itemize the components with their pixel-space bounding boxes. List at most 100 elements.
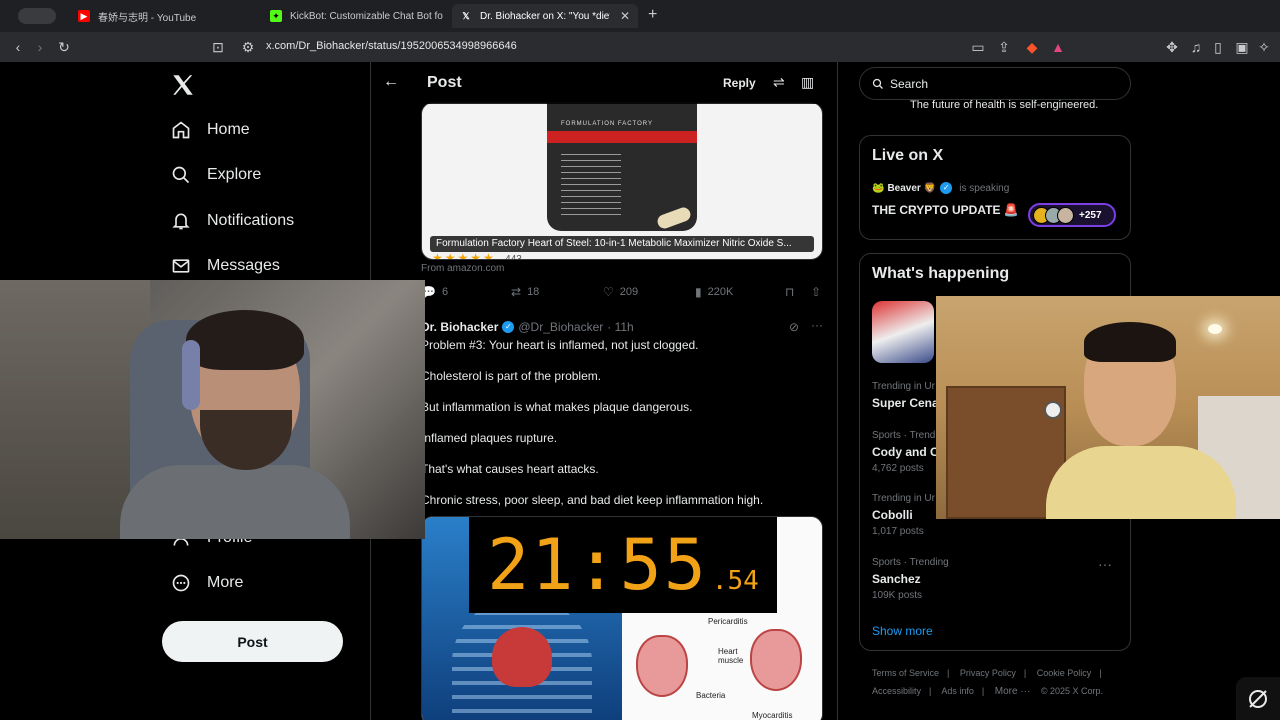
reload-icon[interactable]: ↻ — [56, 38, 72, 56]
host-avatar-icon: 🐸 — [872, 182, 885, 194]
adjust-icon[interactable]: ⇌ — [773, 74, 785, 91]
diagram-heart-left — [636, 635, 688, 697]
nav-label: Home — [207, 121, 250, 138]
reply-count: 6 — [441, 286, 449, 298]
brave-rewards-icon[interactable]: ▲ — [1050, 38, 1066, 56]
share-icon[interactable]: ⇪ — [996, 38, 1012, 56]
tweet-text-line: Chronic stress, poor sleep, and bad diet… — [421, 493, 764, 507]
trend-context: Sports · Trending — [872, 557, 949, 568]
address-bar[interactable]: x.com/Dr_Biohacker/status/19520065349989… — [266, 40, 517, 52]
rating-count: 443 — [505, 254, 522, 260]
forward-icon[interactable]: › — [32, 38, 48, 56]
trend-thumbnail[interactable] — [872, 301, 934, 363]
bookmark-icon: ⊓ — [785, 285, 795, 299]
bookmark-icon[interactable]: ⊡ — [210, 38, 226, 56]
live-host-row[interactable]: 🐸 Beaver 🦁 ✓ is speaking — [872, 182, 1009, 194]
diagram-heart-right — [750, 629, 802, 691]
sidebar-icon[interactable]: ▯ — [1210, 38, 1226, 56]
diagram-label: Myocarditis — [752, 711, 793, 720]
new-tab-icon[interactable]: + — [648, 6, 657, 24]
tab-kickbot[interactable]: ✦ KickBot: Customizable Chat Bot fo — [262, 4, 447, 28]
x-favicon-icon: 𝕏 — [462, 10, 470, 21]
repost-action[interactable]: ⇄ 18 — [511, 285, 539, 299]
footer-link[interactable]: Cookie Policy — [1037, 668, 1092, 678]
main-column: ← Post Reply ⇌ ▥ FORMULATION FACTORY ★★★… — [370, 62, 838, 720]
nav-notifications[interactable]: Notifications — [170, 206, 294, 236]
grok-icon[interactable]: ⊘ — [789, 320, 799, 334]
tab-x-active[interactable]: 𝕏 Dr. Biohacker on X: "You *die* ✕ — [452, 4, 638, 28]
trend-item[interactable]: Sports · Trending Sanchez 109K posts — [872, 557, 1132, 601]
timer-fraction: .54 — [711, 566, 759, 596]
nav-explore[interactable]: Explore — [170, 160, 261, 190]
footer-link[interactable]: Privacy Policy — [960, 668, 1016, 678]
wallet-icon[interactable]: ▣ — [1234, 38, 1250, 56]
site-settings-icon[interactable]: ⚙ — [240, 38, 256, 56]
product-rating: ★★★★★ 443 — [432, 251, 522, 260]
show-more-link[interactable]: Show more — [872, 624, 933, 638]
product-link-card[interactable]: FORMULATION FACTORY ★★★★★ 443 Formulatio… — [421, 102, 823, 260]
nav-label: Notifications — [207, 212, 295, 229]
tweet-actions: 💬 6 ⇄ 18 ♡ 209 ▮ 220K ⊓ ⇧ — [421, 285, 825, 301]
diagram-label: Heart muscle — [718, 647, 744, 665]
share-action[interactable]: ⇧ — [811, 285, 827, 299]
tab-youtube[interactable]: ▶ 春娇与志明 - YouTube — [70, 4, 255, 28]
tweet-text-line: Problem #3: Your heart is inflamed, not … — [421, 338, 699, 352]
listener-avatar — [1057, 206, 1074, 224]
trend-count: 1,017 posts — [872, 526, 924, 537]
search-icon — [170, 164, 192, 186]
author-handle[interactable]: @Dr_Biohacker — [518, 320, 603, 334]
extensions-icon[interactable]: ✥ — [1164, 38, 1180, 56]
space-listeners[interactable]: +257 — [1028, 203, 1116, 227]
reply-action[interactable]: 💬 6 — [421, 285, 448, 299]
tab-close-icon[interactable]: ✕ — [620, 9, 630, 23]
rating-stars: ★★★★★ — [432, 251, 496, 260]
trend-count: 109K posts — [872, 590, 923, 601]
kickbot-favicon-icon: ✦ — [270, 10, 282, 22]
host-name: Beaver — [887, 182, 921, 194]
heart-icon: ♡ — [603, 285, 614, 299]
nav-label: More — [207, 574, 244, 591]
footer-link[interactable]: Accessibility — [872, 686, 921, 696]
repost-icon: ⇄ — [511, 285, 522, 299]
media-icon[interactable]: ♫ — [1188, 38, 1204, 56]
trend-more-icon[interactable]: ··· — [1098, 556, 1112, 572]
cast-icon[interactable]: ▭ — [970, 38, 986, 56]
footer-link[interactable]: Ads info — [941, 686, 974, 696]
heart-illustration — [492, 627, 552, 687]
grok-corner-icon[interactable] — [1236, 677, 1280, 720]
tab-group-pill[interactable] — [18, 8, 56, 24]
tweet-time[interactable]: · 11h — [607, 320, 633, 334]
card-source[interactable]: From amazon.com — [421, 263, 504, 274]
bookmark-action[interactable]: ⊓ — [785, 285, 800, 299]
nav-messages[interactable]: Messages — [170, 251, 280, 281]
tweet-text-line: Cholesterol is part of the problem. — [421, 369, 602, 383]
youtube-favicon-icon: ▶ — [78, 10, 90, 22]
more-options-icon[interactable]: ··· — [811, 318, 823, 332]
repost-count: 18 — [527, 286, 540, 298]
post-button[interactable]: Post — [162, 621, 343, 662]
leo-ai-icon[interactable]: ✧ — [1256, 38, 1272, 56]
tweet-text-line: That's what causes heart attacks. — [421, 462, 599, 476]
search-input[interactable] — [890, 76, 1110, 91]
webcam-overlay-guest — [936, 296, 1280, 519]
trend-name: Sanchez — [872, 572, 921, 586]
page-title: Post — [427, 74, 462, 91]
brave-shield-icon[interactable]: ◆ — [1024, 38, 1040, 56]
more-circle-icon — [170, 572, 192, 594]
author-name[interactable]: Dr. Biohacker — [421, 320, 498, 334]
footer-more-link[interactable]: More ··· — [995, 686, 1031, 697]
reply-button[interactable]: Reply — [723, 76, 756, 90]
nav-home[interactable]: Home — [170, 115, 250, 145]
diagram-label: Bacteria — [696, 691, 726, 700]
like-action[interactable]: ♡ 209 — [603, 285, 638, 299]
x-logo-icon[interactable] — [170, 72, 196, 98]
back-icon[interactable]: ‹ — [10, 38, 26, 56]
nav-label: Explore — [207, 166, 262, 183]
footer-link[interactable]: Terms of Service — [872, 668, 939, 678]
reader-view-icon[interactable]: ▥ — [801, 74, 814, 91]
space-title[interactable]: THE CRYPTO UPDATE 🚨 — [872, 203, 1019, 217]
views-action[interactable]: ▮ 220K — [695, 285, 733, 299]
search-box[interactable] — [859, 67, 1131, 100]
back-arrow-icon[interactable]: ← — [383, 73, 399, 91]
nav-more[interactable]: More — [170, 568, 243, 598]
